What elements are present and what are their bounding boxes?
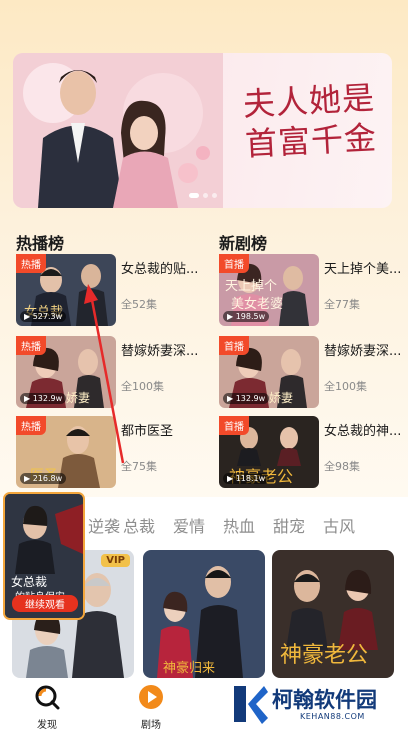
tab-ceo[interactable]: 总裁: [123, 513, 155, 537]
vip-badge: VIP: [101, 554, 130, 567]
indicator-dot: [202, 193, 208, 198]
hot-rank-item-3[interactable]: 医圣 热播 ▶ 216.8w 都市医圣 全75集: [16, 416, 201, 488]
nav-theater[interactable]: 剧场: [121, 684, 181, 730]
tab-sweet[interactable]: 甜宠: [273, 513, 305, 537]
premiere-tag: 首播: [219, 416, 249, 435]
theater-play-icon: [139, 685, 163, 709]
hot-ranking-title: 热播榜: [16, 234, 65, 253]
new-rank-item-2[interactable]: 娇妻 首播 ▶ 132.9w 替嫁娇妻深... 全100集: [219, 336, 404, 408]
indicator-dot-active: [188, 193, 199, 198]
watermark-logo-icon: [234, 686, 268, 724]
hot-rank-item-2[interactable]: 娇妻 热播 ▶ 132.9w 替嫁娇妻深... 全100集: [16, 336, 201, 408]
svg-text:美女老婆: 美女老婆: [231, 296, 283, 312]
play-count: ▶ 527.3w: [20, 311, 67, 322]
nav-discover[interactable]: 发现: [17, 684, 77, 730]
nav-theater-label: 剧场: [141, 720, 161, 730]
episode-count: 全52集: [121, 298, 157, 311]
site-watermark: 柯翰软件园 KEHAN88.COM: [228, 680, 408, 728]
drama-title: 女总裁的贴...: [121, 262, 199, 277]
hot-tag: 热播: [16, 254, 46, 273]
drama-title: 都市医圣: [121, 424, 174, 439]
banner-title: 夫人她是 首富千金: [242, 78, 378, 164]
new-rank-item-3[interactable]: 神豪老公 首播 ▶ 118.1w 女总裁的神... 全98集: [219, 416, 404, 488]
svg-text:娇妻: 娇妻: [66, 391, 90, 405]
tab-romance[interactable]: 爱情: [173, 513, 205, 537]
drama-card-3[interactable]: 神豪老公: [272, 550, 394, 678]
svg-text:天上掉个: 天上掉个: [225, 279, 277, 294]
premiere-tag: 首播: [219, 254, 249, 273]
episode-count: 全75集: [121, 460, 157, 473]
nav-discover-label: 发现: [37, 720, 57, 730]
svg-text:女总裁: 女总裁: [11, 574, 47, 589]
drama-poster: 神豪老公: [272, 550, 394, 678]
episode-count: 全77集: [324, 298, 360, 311]
drama-title: 替嫁娇妻深...: [121, 344, 199, 359]
play-count: ▶ 118.1w: [223, 473, 270, 484]
svg-text:神豪老公: 神豪老公: [280, 643, 368, 668]
tab-action[interactable]: 热血: [223, 513, 255, 537]
watermark-name: 柯翰软件园: [272, 688, 377, 712]
play-count: ▶ 132.9w: [20, 393, 67, 404]
discover-icon: [35, 685, 60, 710]
drama-poster: 神豪归来: [143, 550, 265, 678]
episode-count: 全100集: [324, 380, 367, 393]
new-ranking-title: 新剧榜: [219, 234, 268, 253]
floating-mini-player[interactable]: 女总裁 的贴身保安 继续观看: [3, 492, 85, 620]
tab-ancient[interactable]: 古风: [323, 513, 355, 537]
watermark-url: KEHAN88.COM: [300, 712, 365, 721]
episode-count: 全98集: [324, 460, 360, 473]
continue-watching-button[interactable]: 继续观看: [12, 595, 78, 612]
svg-text:娇妻: 娇妻: [269, 391, 293, 405]
episode-count: 全100集: [121, 380, 164, 393]
drama-card-2[interactable]: 神豪归来: [143, 550, 265, 678]
play-count: ▶ 132.9w: [223, 393, 270, 404]
hero-banner[interactable]: 夫人她是 首富千金: [13, 53, 392, 208]
banner-indicator: [13, 183, 392, 202]
hot-tag: 热播: [16, 336, 46, 355]
premiere-tag: 首播: [219, 336, 249, 355]
svg-text:神豪归来: 神豪归来: [163, 660, 215, 676]
tab-counterattack[interactable]: 逆袭: [88, 513, 120, 537]
hot-rank-item-1[interactable]: 女总裁 热播 ▶ 527.3w 女总裁的贴... 全52集: [16, 254, 201, 326]
hot-tag: 热播: [16, 416, 46, 435]
drama-title: 女总裁的神...: [324, 424, 402, 439]
drama-title: 替嫁娇妻深...: [324, 344, 402, 359]
play-count: ▶ 216.8w: [20, 473, 67, 484]
indicator-dot: [211, 193, 217, 198]
play-count: ▶ 198.5w: [223, 311, 270, 322]
drama-title: 天上掉个美...: [324, 262, 402, 277]
new-rank-item-1[interactable]: 天上掉个 美女老婆 首播 ▶ 198.5w 天上掉个美... 全77集: [219, 254, 404, 326]
